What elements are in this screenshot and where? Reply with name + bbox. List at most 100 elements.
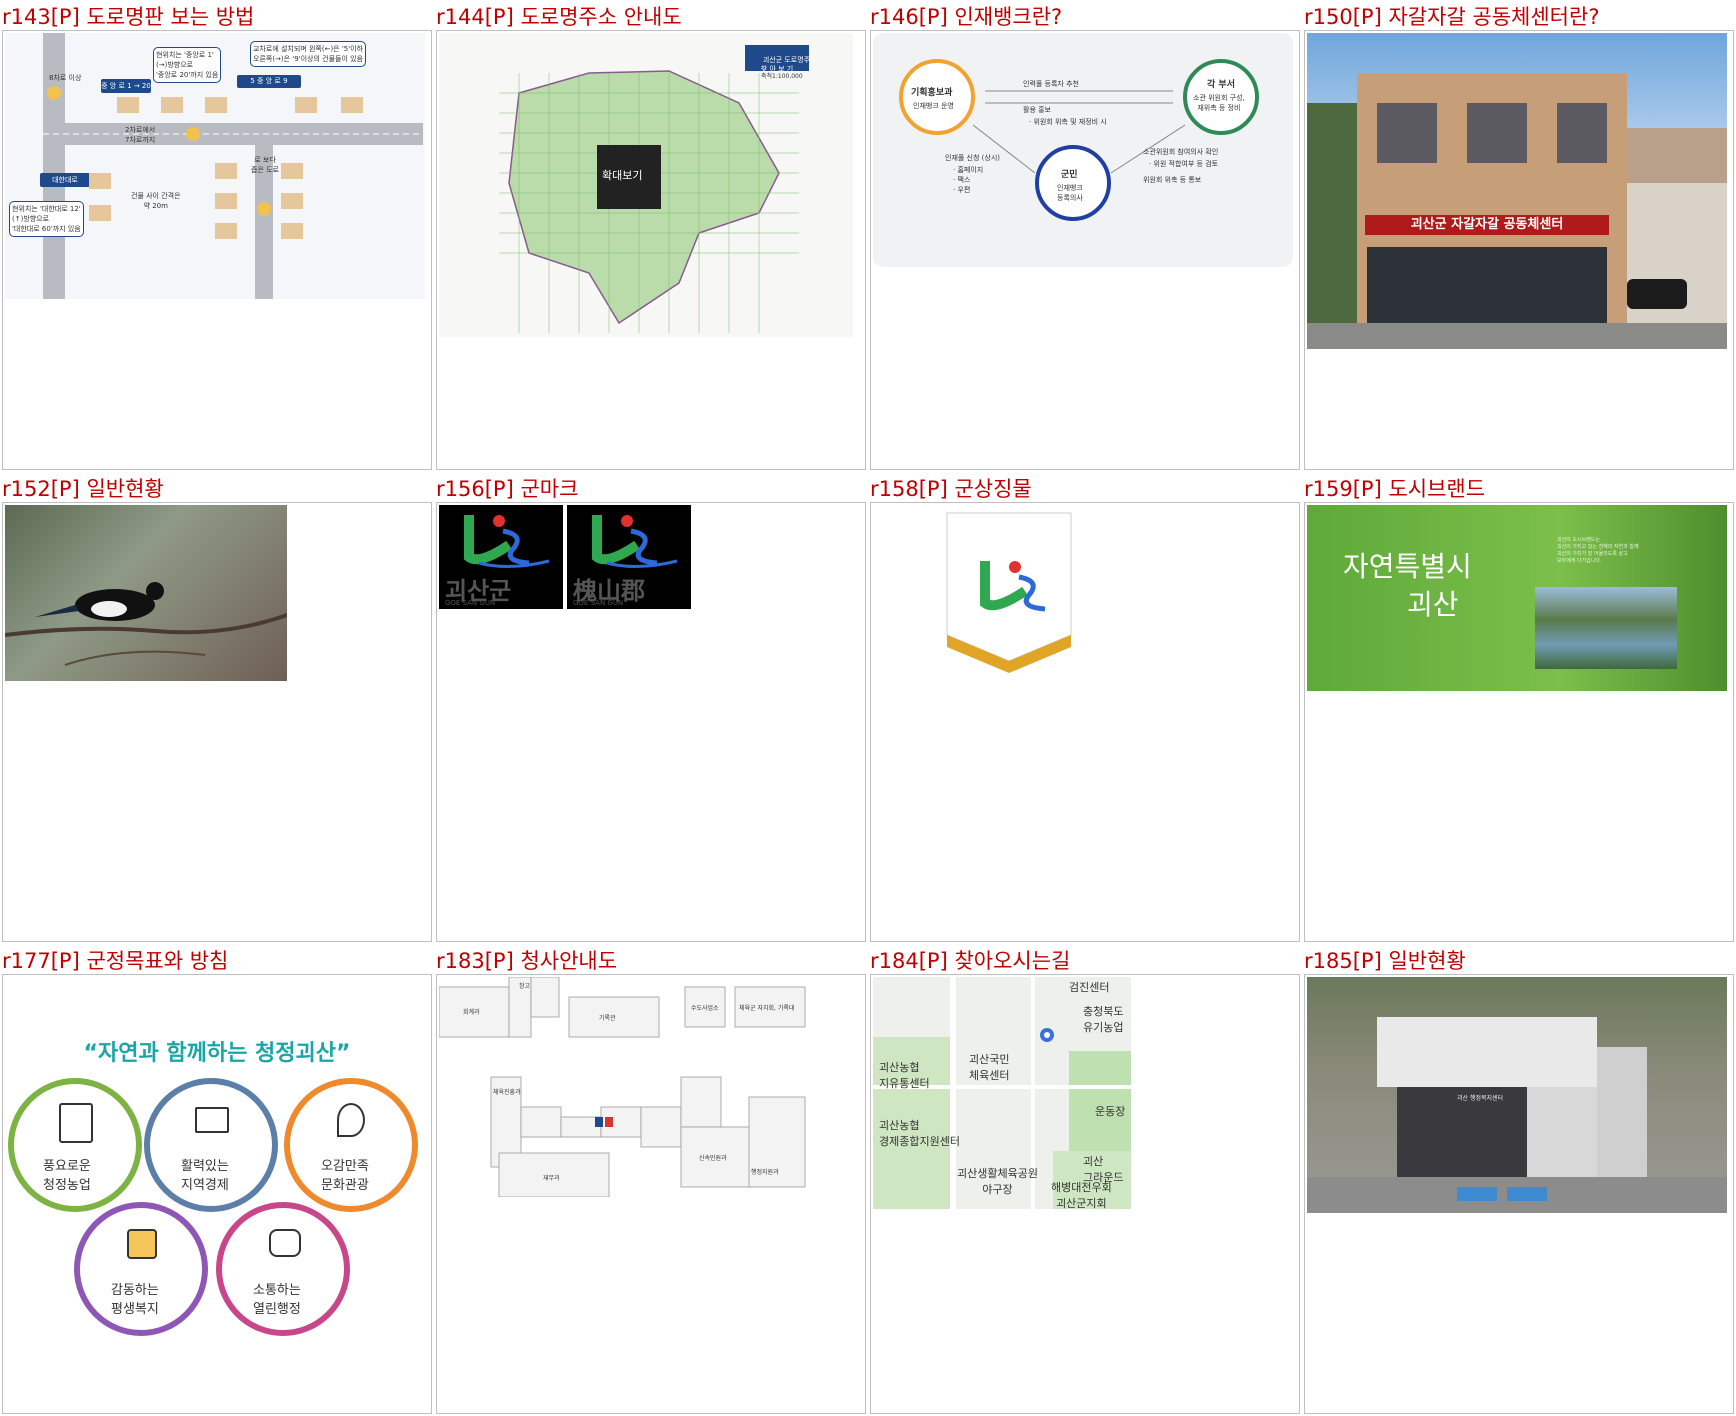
place-label: 해병대전우회 괴산군지회 xyxy=(1051,1181,1112,1209)
map-pin-icon xyxy=(337,1103,365,1137)
brand-slogan-2: 괴산 xyxy=(1407,588,1459,621)
goal-label: 풍요로운 청정농업 xyxy=(43,1159,91,1193)
floor-plan-image: 창고 회계과 기록관 수도사업소 체육군 자치회, 기록대 체육진흥과 재무과 … xyxy=(439,977,863,1197)
cell-r152: r152[P] 일반현황 xyxy=(0,472,432,942)
room-label: 체육진흥과 xyxy=(493,1089,521,1096)
cell-r150: r150[P] 자갈자갈 공동체센터란? 괴산군 자갈자갈 공동체센터 xyxy=(1302,0,1734,470)
cell-title: r150[P] 자갈자갈 공동체센터란? xyxy=(1304,5,1600,29)
cell-r146: r146[P] 인재뱅크란? 기획홍보과 인재뱅크 운영 각 부서 소관 위원회… xyxy=(868,0,1300,470)
room-label: 체육군 자치회, 기록대 xyxy=(739,1005,795,1012)
cell-title: r184[P] 찾아오시는길 xyxy=(870,949,1071,973)
magpie-photo xyxy=(5,505,287,681)
brand-slogan-1: 자연특별시 xyxy=(1343,550,1472,583)
center-banner: 괴산군 자갈자갈 공동체센터 xyxy=(1365,215,1609,235)
node-b-title: 각 부서 xyxy=(1207,80,1235,90)
road8-label: 8차로 이상 xyxy=(49,74,82,82)
house xyxy=(281,163,303,179)
note3: 현위치는 '대한대로 12' (↑)방향으로 '대한대로 60'까지 있음 xyxy=(9,201,84,237)
map-info-box: 괴산군 도로명주소 찾 아 보 기 xyxy=(745,45,817,73)
place-label: 괴산국민 체육센터 xyxy=(969,1053,1010,1082)
cell-frame: 괴산군 GOE SAN GUN 槐山郡 GOE SAN GUN xyxy=(436,502,866,942)
cell-r144: r144[P] 도로명주소 안내도 확대보기 괴산군 도로명주소 찾 아 보 기… xyxy=(434,0,866,470)
cell-title: r146[P] 인재뱅크란? xyxy=(870,5,1063,29)
daehan-sign: 대한대로 xyxy=(40,173,90,187)
thumbs-up-icon xyxy=(127,1229,157,1259)
lake-photo xyxy=(1535,587,1677,669)
place-label: 괴산농협 지유통센터 xyxy=(879,1061,930,1090)
note2: 교차로에 설치되며 왼쪽(←)은 '5'이하 오른쪽(→)은 '9'이상의 건물… xyxy=(250,41,367,67)
cell-frame xyxy=(2,502,432,942)
jungang-sign: 중 앙 로 1 → 20 xyxy=(101,79,151,93)
cell-frame: 괴산 행정복지센터 xyxy=(1304,974,1734,1414)
step4-sub: · 위원 적합여부 등 검토 xyxy=(1149,160,1219,168)
cell-frame: 자연특별시 괴산 괴산의 도시브랜드는 괴산이 가지고 있는 천혜의 자연과 함… xyxy=(1304,502,1734,942)
cell-frame: “자연과 함께하는 청정괴산” 풍요로운 청정농업 활력있는 지역경제 오감만족… xyxy=(2,974,432,1414)
room-label: 기록관 xyxy=(599,1015,616,1022)
house xyxy=(89,205,111,221)
cell-title: r143[P] 도로명판 보는 방법 xyxy=(2,5,255,29)
place-label: 괴산농협 경제종합지원센터 xyxy=(879,1119,960,1148)
cell-title: r159[P] 도시브랜드 xyxy=(1304,477,1486,501)
community-center-photo: 괴산군 자갈자갈 공동체센터 xyxy=(1307,33,1727,349)
brand-desc: 괴산의 도시브랜드는 괴산이 가지고 있는 천혜의 자연과 함께 괴산의 가치가… xyxy=(1557,537,1639,564)
house xyxy=(89,173,111,189)
county-logo-hanja: 槐山郡 GOE SAN GUN xyxy=(567,505,691,609)
road-sign-guide-image: 8차로 이상 중 앙 로 1 → 20 현위치는 '중앙로 1' (→)방향으로… xyxy=(5,33,425,299)
cell-frame: 확대보기 괴산군 도로명주소 찾 아 보 기 축척1:100,000 xyxy=(436,30,866,470)
cell-title: r177[P] 군정목표와 방침 xyxy=(2,949,229,973)
cell-title: r185[P] 일반현황 xyxy=(1304,949,1466,973)
room-label: 행정지원과 xyxy=(751,1169,779,1176)
cell-r177: r177[P] 군정목표와 방침 “자연과 함께하는 청정괴산” 풍요로운 청정… xyxy=(0,944,432,1414)
location-map-image: 검진센터 충청북도 유기농업 괴산국민 체육센터 괴산농협 지유통센터 괴산농협… xyxy=(873,977,1131,1209)
node-c-title: 군민 xyxy=(1061,170,1078,180)
node-b-sub: 소관 위원회 구성, 재위촉 등 정비 xyxy=(1193,94,1245,112)
goal-label: 활력있는 지역경제 xyxy=(181,1159,229,1193)
step3: 인력풀 등록자 추천 xyxy=(1023,80,1079,88)
node-c-sub: 인재뱅크 등록의사 xyxy=(1057,184,1083,202)
distance-label: 건물 사이 간격은 약 20m xyxy=(131,192,181,210)
cell-title: r152[P] 일반현황 xyxy=(2,477,164,501)
talent-bank-diagram: 기획홍보과 인재뱅크 운영 각 부서 소관 위원회 구성, 재위촉 등 정비 군… xyxy=(873,33,1293,267)
map-scale: 축척1:100,000 xyxy=(761,73,803,80)
house xyxy=(215,163,237,179)
narrow-label: 로 보다 좁은 도로 xyxy=(251,156,279,174)
cell-r185: r185[P] 일반현황 괴산 행정복지센터 xyxy=(1302,944,1734,1414)
cell-r183: r183[P] 청사안내도 창고 회계과 기록관 수도사업소 체육군 자치회, … xyxy=(434,944,866,1414)
cell-title: r156[P] 군마크 xyxy=(436,477,579,501)
cell-frame xyxy=(870,502,1300,942)
room-label: 신속민원과 xyxy=(699,1155,727,1162)
county-flag-image xyxy=(945,511,1073,677)
road27-label: 2차로에서 7차로까지 xyxy=(125,126,156,144)
step1-sub: · 홈페이지 · 팩스 · 우편 xyxy=(953,166,984,194)
cell-title: r183[P] 청사안내도 xyxy=(436,949,618,973)
cell-frame: 기획홍보과 인재뱅크 운영 각 부서 소관 위원회 구성, 재위촉 등 정비 군… xyxy=(870,30,1300,470)
house xyxy=(161,97,183,113)
county-goals-image: “자연과 함께하는 청정괴산” 풍요로운 청정농업 활력있는 지역경제 오감만족… xyxy=(5,977,429,1413)
room-label: 재무과 xyxy=(543,1175,560,1182)
chat-icon xyxy=(269,1229,301,1257)
county-logo-korean: 괴산군 GOE SAN GUN xyxy=(439,505,563,609)
cell-frame: 창고 회계과 기록관 수도사업소 체육군 자치회, 기록대 체육진흥과 재무과 … xyxy=(436,974,866,1414)
step1: 인재풀 신청 (상시) xyxy=(945,154,1000,162)
logo1-en: GOE SAN GUN xyxy=(445,599,496,607)
step4: 소관위원회 참여의사 확인 xyxy=(1143,148,1219,156)
room-label: 창고 xyxy=(519,983,531,990)
cell-r159: r159[P] 도시브랜드 자연특별시 괴산 괴산의 도시브랜드는 괴산이 가지… xyxy=(1302,472,1734,942)
address-map-image: 확대보기 괴산군 도로명주소 찾 아 보 기 축척1:100,000 xyxy=(439,33,853,337)
house xyxy=(281,193,303,209)
step2: 활용 홍보 xyxy=(1023,106,1051,114)
farm-icon xyxy=(59,1103,93,1143)
cell-title: r158[P] 군상징물 xyxy=(870,477,1032,501)
node-a-title: 기획홍보과 xyxy=(911,88,953,98)
admin-center-photo: 괴산 행정복지센터 xyxy=(1307,977,1727,1213)
house xyxy=(295,97,317,113)
zoom-label[interactable]: 확대보기 xyxy=(602,167,642,183)
room-label: 회계과 xyxy=(463,1009,480,1016)
place-label: 괴산생활체육공원 야구장 xyxy=(957,1167,1038,1196)
step5: 위원회 위촉 등 통보 xyxy=(1143,176,1202,184)
house xyxy=(215,223,237,239)
goal-label: 소통하는 열린행정 xyxy=(253,1283,301,1317)
goal-label: 감동하는 평생복지 xyxy=(111,1283,159,1317)
house xyxy=(341,97,363,113)
cell-r143: r143[P] 도로명판 보는 방법 8차로 이상 중 앙 로 1 → 20 현… xyxy=(0,0,432,470)
